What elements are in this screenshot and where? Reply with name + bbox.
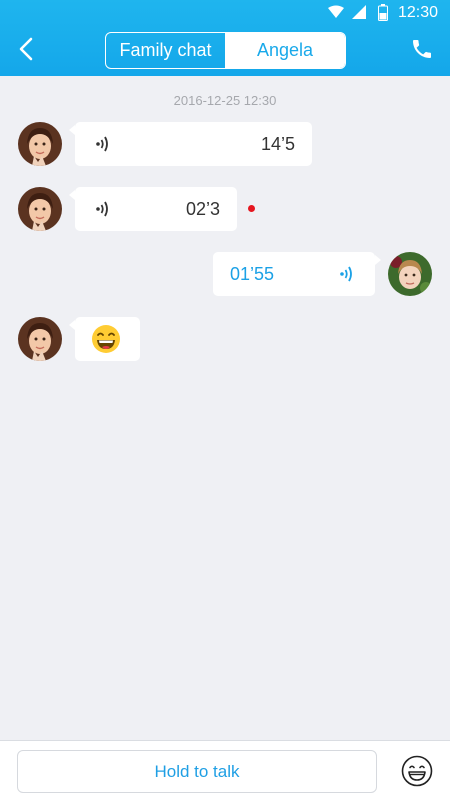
avatar-girl[interactable] xyxy=(18,317,62,361)
phone-icon xyxy=(410,37,434,66)
voice-wave-icon xyxy=(339,264,355,289)
voice-wave-icon xyxy=(95,199,111,224)
voice-message-sent[interactable]: 01’55 xyxy=(213,252,381,296)
call-button[interactable] xyxy=(408,37,436,65)
hold-to-talk-button[interactable]: Hold to talk xyxy=(17,750,377,793)
message-timestamp: 2016-12-25 12:30 xyxy=(173,93,277,108)
status-time: 12:30 xyxy=(397,4,438,21)
voice-duration: 14’5 xyxy=(260,134,295,154)
input-bar: Hold to talk xyxy=(0,740,450,800)
battery-icon xyxy=(378,4,388,26)
signal-icon xyxy=(352,5,366,24)
chat-switcher: Family chat Angela xyxy=(105,32,346,69)
grinning-face-icon xyxy=(91,324,121,359)
app-header: 12:30 Family chat Angela xyxy=(0,0,450,76)
wifi-icon xyxy=(328,5,344,24)
unread-indicator xyxy=(248,205,255,212)
voice-duration: 02’3 xyxy=(185,199,220,219)
avatar-girl[interactable] xyxy=(18,122,62,166)
voice-message[interactable]: 02’3 xyxy=(69,187,237,231)
chat-area[interactable]: 2016-12-25 12:30 14’5 02’3 01’55 xyxy=(0,76,450,740)
emoji-button[interactable] xyxy=(401,755,433,787)
back-button[interactable] xyxy=(12,36,40,66)
status-bar: 12:30 xyxy=(0,0,450,26)
tab-angela[interactable]: Angela xyxy=(225,33,345,68)
voice-duration: 01’55 xyxy=(230,264,275,284)
chevron-left-icon xyxy=(18,37,34,66)
emoji-message[interactable] xyxy=(69,317,140,361)
voice-message[interactable]: 14’5 xyxy=(69,122,312,166)
voice-wave-icon xyxy=(95,134,111,159)
avatar-girl[interactable] xyxy=(18,187,62,231)
avatar-boy[interactable] xyxy=(388,252,432,296)
smiley-icon xyxy=(401,755,433,791)
tab-family-chat[interactable]: Family chat xyxy=(106,33,225,68)
